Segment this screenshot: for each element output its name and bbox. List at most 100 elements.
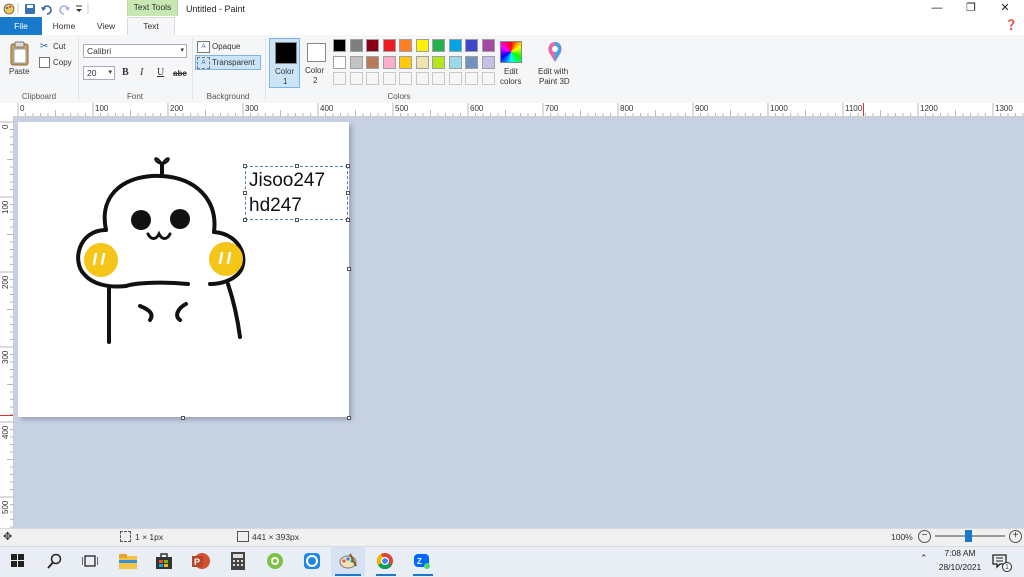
- palette-color-swatch[interactable]: [415, 39, 429, 52]
- palette-color-swatch[interactable]: [349, 55, 363, 69]
- resize-handle[interactable]: [243, 218, 247, 222]
- palette-color-swatch[interactable]: [366, 55, 379, 69]
- palette-color-swatch[interactable]: [366, 39, 379, 52]
- chrome-icon[interactable]: [375, 551, 395, 571]
- color2-label: Color: [305, 66, 325, 75]
- custom-color-slot[interactable]: [382, 72, 396, 85]
- canvas-resize-handle-corner[interactable]: [347, 416, 351, 420]
- app-icon-green[interactable]: [265, 551, 285, 571]
- quick-access-toolbar: [3, 3, 89, 15]
- transparent-button[interactable]: A Transparent: [195, 55, 261, 70]
- resize-handle[interactable]: [346, 218, 350, 222]
- minimize-button[interactable]: —: [920, 0, 954, 17]
- svg-text:Z: Z: [417, 557, 422, 566]
- palette-color-swatch[interactable]: [465, 39, 478, 52]
- custom-color-slot[interactable]: [465, 72, 478, 85]
- palette-color-swatch[interactable]: [382, 55, 396, 69]
- zoom-in-button[interactable]: +: [1009, 530, 1022, 543]
- ruler-tick-label: 900: [695, 104, 709, 113]
- resize-handle[interactable]: [243, 164, 247, 168]
- edit-with-paint3d-button[interactable]: Edit with Paint 3D: [534, 38, 578, 90]
- italic-button[interactable]: I: [140, 67, 143, 78]
- resize-handle[interactable]: [295, 164, 299, 168]
- undo-icon[interactable]: [41, 5, 52, 15]
- tab-text[interactable]: Text: [127, 17, 175, 35]
- cut-button[interactable]: Cut: [53, 42, 65, 51]
- canvas-resize-handle-bottom[interactable]: [181, 416, 185, 420]
- resize-handle[interactable]: [243, 191, 247, 195]
- save-icon[interactable]: [25, 4, 35, 14]
- notification-count-badge: 1: [1002, 562, 1012, 572]
- custom-color-slot[interactable]: [415, 72, 429, 85]
- zoom-out-button[interactable]: −: [918, 530, 931, 543]
- palette-color-swatch[interactable]: [333, 55, 346, 69]
- color2-button[interactable]: Color 2: [302, 38, 330, 88]
- palette-color-swatch[interactable]: [465, 55, 478, 69]
- ruler-tick-label: 500: [1, 500, 10, 514]
- search-icon[interactable]: [47, 553, 63, 569]
- resize-handle[interactable]: [346, 191, 350, 195]
- palette-color-swatch[interactable]: [415, 55, 429, 69]
- canvas-resize-handle-right[interactable]: [347, 267, 351, 271]
- color1-button[interactable]: Color 1: [269, 38, 300, 88]
- task-view-icon[interactable]: [82, 554, 98, 568]
- custom-color-slot[interactable]: [366, 72, 379, 85]
- font-size-select[interactable]: 20 ▾: [83, 66, 115, 80]
- custom-color-slot[interactable]: [399, 72, 412, 85]
- palette-color-swatch[interactable]: [399, 39, 412, 52]
- clock-time[interactable]: 7:08 AM: [940, 548, 980, 558]
- custom-color-slot[interactable]: [481, 72, 495, 85]
- help-icon[interactable]: ❓: [1005, 20, 1017, 31]
- maximize-button[interactable]: ❐: [954, 0, 988, 17]
- palette-color-swatch[interactable]: [481, 55, 495, 69]
- edit-colors-label-1: Edit: [504, 67, 518, 76]
- close-button[interactable]: ✕: [988, 0, 1022, 17]
- tab-file[interactable]: File: [0, 17, 42, 35]
- palette-color-swatch[interactable]: [448, 55, 462, 69]
- show-hidden-icons-chevron-up-icon[interactable]: ⌃: [920, 553, 928, 564]
- customize-toolbar-icon[interactable]: [76, 5, 82, 12]
- clock-date[interactable]: 28/10/2021: [934, 562, 986, 572]
- ruler-tick-label: 200: [170, 104, 184, 113]
- text-tools-context-label: Text Tools: [127, 0, 178, 16]
- app-icon-blue[interactable]: [302, 551, 322, 571]
- resize-handle[interactable]: [295, 218, 299, 222]
- tab-home[interactable]: Home: [42, 17, 86, 35]
- palette-color-swatch[interactable]: [481, 39, 495, 52]
- palette-color-swatch[interactable]: [349, 39, 363, 52]
- tab-view[interactable]: View: [86, 17, 126, 35]
- font-family-select[interactable]: Calibri ▾: [83, 44, 187, 58]
- palette-color-swatch[interactable]: [432, 39, 445, 52]
- edit-colors-button[interactable]: Edit colors: [496, 38, 528, 90]
- zoom-slider-thumb[interactable]: [965, 530, 972, 542]
- redo-icon[interactable]: [59, 5, 70, 15]
- ruler-tick-label: 100: [95, 104, 109, 113]
- ruler-tick-label: 0: [1, 124, 10, 129]
- palette-color-swatch[interactable]: [382, 39, 396, 52]
- opaque-button[interactable]: A Opaque: [196, 40, 260, 53]
- canvas-text-line-1[interactable]: Jisoo247: [249, 170, 325, 192]
- powerpoint-icon[interactable]: P: [191, 551, 211, 571]
- windows-start-icon[interactable]: [11, 554, 25, 568]
- custom-color-slot[interactable]: [448, 72, 462, 85]
- paste-button[interactable]: Paste: [9, 67, 29, 76]
- image-size-icon: [237, 531, 249, 542]
- background-group-label: Background: [206, 92, 250, 101]
- palette-color-swatch[interactable]: [333, 39, 346, 52]
- custom-color-slot[interactable]: [349, 72, 363, 85]
- resize-handle[interactable]: [346, 164, 350, 168]
- bold-button[interactable]: B: [122, 67, 129, 78]
- copy-button[interactable]: Copy: [53, 58, 72, 67]
- custom-color-slot[interactable]: [333, 72, 346, 85]
- underline-button[interactable]: U: [157, 67, 164, 78]
- zalo-icon[interactable]: Z: [412, 551, 432, 571]
- canvas-text-line-2[interactable]: hd247: [249, 195, 302, 217]
- store-icon[interactable]: [154, 551, 174, 571]
- palette-color-swatch[interactable]: [448, 39, 462, 52]
- calculator-icon[interactable]: [228, 551, 248, 571]
- palette-color-swatch[interactable]: [432, 55, 445, 69]
- strikethrough-button[interactable]: abc: [173, 69, 187, 78]
- palette-color-swatch[interactable]: [399, 55, 412, 69]
- file-explorer-icon[interactable]: [118, 551, 138, 571]
- custom-color-slot[interactable]: [432, 72, 445, 85]
